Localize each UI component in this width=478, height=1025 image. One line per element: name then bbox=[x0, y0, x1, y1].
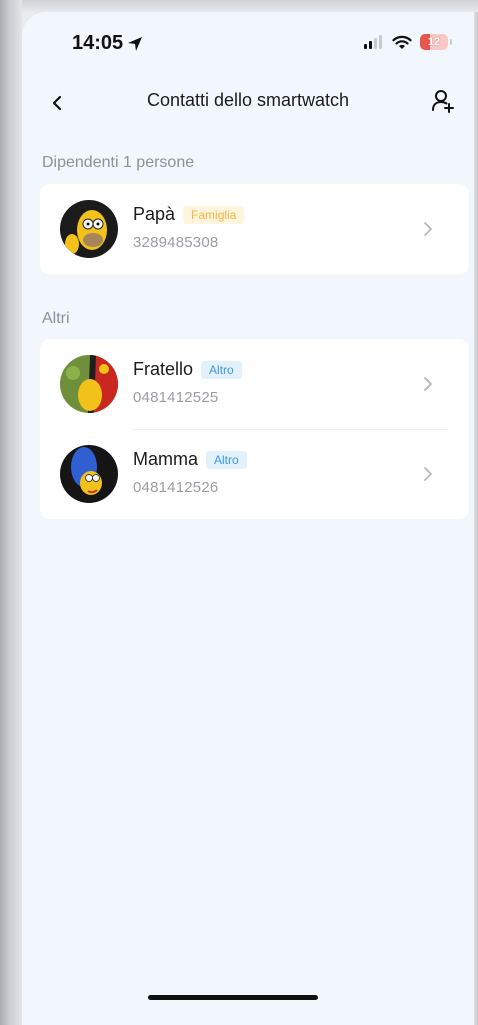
section-title-dependents: Dipendenti 1 persone bbox=[42, 154, 195, 171]
avatar-image-fratello bbox=[60, 355, 118, 413]
contact-name: Papà bbox=[133, 204, 176, 224]
contact-phone: 3289485308 bbox=[133, 234, 219, 251]
status-time: 14:05 bbox=[72, 32, 143, 55]
contact-phone: 0481412526 bbox=[133, 479, 219, 496]
contact-row-mamma[interactable]: Mamma Altro 0481412526 bbox=[40, 429, 469, 519]
chevron-right-icon bbox=[424, 467, 432, 481]
avatar bbox=[60, 355, 118, 413]
dependents-card: Papà Famiglia 3289485308 bbox=[40, 184, 469, 274]
avatar-image-mamma bbox=[60, 445, 118, 503]
avatar bbox=[60, 445, 118, 503]
chevron-right-icon bbox=[424, 222, 432, 236]
home-indicator[interactable] bbox=[148, 995, 318, 1000]
others-card: Fratello Altro 0481412525 Mamma Altro 04… bbox=[40, 339, 469, 519]
section-title-others: Altri bbox=[42, 310, 70, 327]
battery-level: 12 bbox=[427, 36, 441, 48]
contact-name-line: Mamma Altro bbox=[133, 449, 247, 470]
status-time-text: 14:05 bbox=[72, 32, 124, 54]
location-arrow-icon bbox=[128, 36, 143, 51]
contact-tag-badge: Altro bbox=[201, 360, 242, 379]
contact-phone: 0481412525 bbox=[133, 389, 219, 406]
contact-name: Fratello bbox=[133, 359, 194, 379]
contact-tag-badge: Altro bbox=[206, 450, 247, 469]
frame-shadow-left bbox=[0, 0, 22, 1025]
add-contact-button[interactable] bbox=[428, 86, 458, 116]
signal-icon bbox=[364, 35, 382, 49]
page-title: Contatti dello smartwatch bbox=[146, 90, 350, 110]
contact-row-papa[interactable]: Papà Famiglia 3289485308 bbox=[40, 184, 469, 274]
device-frame: 14:05 12 Contatti dello smartwatch Dipen… bbox=[0, 0, 478, 1025]
add-person-icon bbox=[432, 90, 454, 113]
status-icons: 12 bbox=[364, 34, 452, 50]
frame-edge-right bbox=[474, 12, 478, 1025]
phone-screen: 14:05 12 Contatti dello smartwatch Dipen… bbox=[22, 12, 474, 1025]
avatar bbox=[60, 200, 118, 258]
battery-tip bbox=[450, 39, 452, 45]
chevron-right-icon bbox=[424, 377, 432, 391]
frame-shadow-top bbox=[0, 0, 478, 12]
contact-tag-badge: Famiglia bbox=[183, 205, 245, 224]
avatar-image-papa bbox=[60, 200, 118, 258]
contact-name: Mamma bbox=[133, 449, 199, 469]
contact-name-line: Papà Famiglia bbox=[133, 204, 245, 225]
wifi-icon bbox=[392, 35, 412, 49]
contact-name-line: Fratello Altro bbox=[133, 359, 242, 380]
contact-row-fratello[interactable]: Fratello Altro 0481412525 bbox=[40, 339, 469, 429]
battery-icon: 12 bbox=[420, 34, 448, 50]
